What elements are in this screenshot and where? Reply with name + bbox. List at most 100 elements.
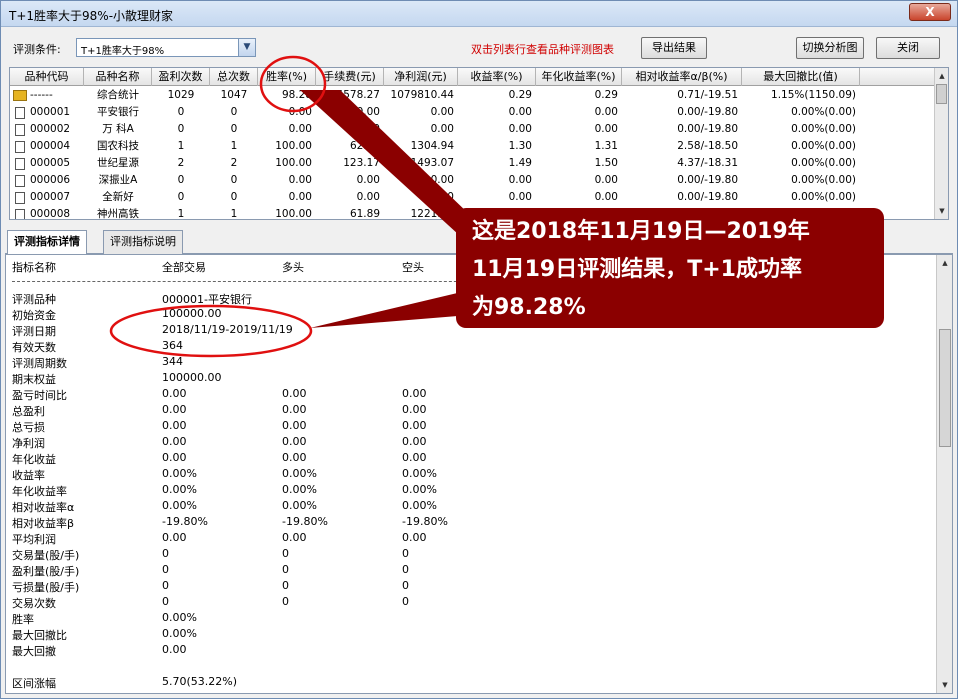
table-cell: 0.00 — [430, 106, 454, 118]
chevron-down-icon[interactable]: ▼ — [238, 39, 255, 56]
column-header[interactable]: 收益率(%) — [458, 68, 536, 86]
table-row[interactable]: ------ 综合统计 1029 1047 98.28 64578.27 1079810.4… — [10, 87, 936, 104]
table-row[interactable]: 000005 世纪星源 2 2 100.00 123.17 1493.07 1.49 1.50 4… — [10, 155, 936, 172]
table-cell: 0.00/-19.80 — [677, 174, 738, 186]
metric-name: 有效天数 — [12, 341, 56, 354]
switch-chart-button[interactable]: 切换分析图 — [796, 37, 864, 59]
callout-line: 11月19日评测结果，T+1成功率 — [472, 257, 802, 282]
metric-value: 0.00 — [402, 451, 427, 464]
document-icon — [15, 209, 25, 219]
detail-scrollbar[interactable]: ▲ ▼ — [936, 255, 952, 693]
table-row[interactable]: 000006 深振业A 0 0 0.00 0.00 0.00 0.00 0.00 0.00/-19… — [10, 172, 936, 189]
scroll-up-icon[interactable]: ▲ — [936, 70, 948, 82]
scroll-up-icon[interactable]: ▲ — [939, 257, 951, 269]
table-row[interactable]: 000001 平安银行 0 0 0.00 0.00 0.00 0.00 0.00 0.00/-19… — [10, 104, 936, 121]
metric-value: 0.00% — [402, 467, 437, 480]
scroll-down-icon[interactable]: ▼ — [939, 679, 951, 691]
column-header[interactable]: 盈利次数 — [152, 68, 210, 86]
close-icon[interactable]: X — [909, 3, 951, 21]
table-cell: 0.00 — [508, 174, 532, 186]
document-icon — [15, 175, 25, 187]
metric-name: 评测日期 — [12, 325, 56, 338]
metric-name: 盈利量(股/手) — [12, 565, 80, 578]
metric-value: 0.00 — [162, 451, 187, 464]
tab-explain[interactable]: 评测指标说明 — [103, 230, 183, 254]
detail-row: 交易次数 0 0 0 — [6, 595, 926, 611]
metric-name: 交易量(股/手) — [12, 549, 80, 562]
scroll-thumb[interactable] — [939, 329, 951, 447]
close-button[interactable]: 关闭 — [876, 37, 940, 59]
table-cell: 0.29 — [594, 89, 618, 101]
scroll-thumb[interactable] — [936, 84, 947, 104]
metric-name: 评测品种 — [12, 293, 56, 306]
column-header[interactable]: 相对收益率α/β(%) — [622, 68, 742, 86]
table-cell: 1304.94 — [410, 140, 454, 152]
table-row[interactable]: 000002 万 科A 0 0 0.00 0.00 0.00 0.00 0.00 0.00/-19… — [10, 121, 936, 138]
metric-name: 相对收益率α — [12, 501, 75, 514]
metric-value: 0.00% — [282, 499, 317, 512]
metric-value: 0.00% — [282, 483, 317, 496]
table-cell: 0 — [177, 191, 185, 203]
table-cell: 0.00 — [430, 191, 454, 203]
metric-value: 0.00 — [282, 451, 307, 464]
metric-name: 平均利润 — [12, 533, 56, 546]
callout-line: 这是2018年11月19日—2019年 — [472, 219, 810, 244]
grid-scrollbar[interactable]: ▲ ▼ — [934, 68, 948, 219]
table-cell: 1493.07 — [410, 157, 454, 169]
table-cell: 0.00%(0.00) — [791, 157, 856, 169]
title-bar[interactable]: T+1胜率大于98%-小散理财家 X — [1, 1, 957, 27]
detail-row: 有效天数 364 — [6, 339, 926, 355]
condition-select[interactable]: T+1胜率大于98% ▼ — [76, 38, 256, 57]
column-header[interactable]: 最大回撤比(值) — [742, 68, 860, 86]
export-button[interactable]: 导出结果 — [641, 37, 707, 59]
table-row[interactable]: 000004 国农科技 1 1 100.00 62.00 1304.94 1.30 1.31 2.… — [10, 138, 936, 155]
column-header[interactable]: 品种代码 — [10, 68, 84, 86]
tab-detail[interactable]: 评测指标详情 — [7, 230, 87, 255]
table-cell: 0.00 — [288, 191, 312, 203]
table-cell: 64578.27 — [329, 89, 380, 101]
toolbar: 评测条件: T+1胜率大于98% ▼ 双击列表行查看品种评测图表 导出结果 切换… — [1, 31, 957, 63]
result-grid[interactable]: 品种代码 品种名称 盈利次数 总次数 胜率(%) 手续费(元) 净利润(元) 收益率(%) 年化… — [9, 67, 949, 220]
detail-row: 平均利润 0.00 0.00 0.00 — [6, 531, 926, 547]
table-cell: 1.49 — [508, 157, 532, 169]
metric-value: 0.00 — [402, 435, 427, 448]
column-header[interactable]: 年化收益率(%) — [536, 68, 622, 86]
column-header[interactable]: 净利润(元) — [384, 68, 458, 86]
metric-value: 0.00 — [282, 419, 307, 432]
metric-name: 亏损量(股/手) — [12, 581, 80, 594]
detail-row: 净利润 0.00 0.00 0.00 — [6, 435, 926, 451]
table-row[interactable]: 000007 全新好 0 0 0.00 0.00 0.00 0.00 0.00 0.00/-19.… — [10, 189, 936, 206]
metric-value: 0.00% — [282, 467, 317, 480]
column-header[interactable]: 手续费(元) — [316, 68, 384, 86]
metric-value: 0 — [162, 579, 169, 592]
table-cell: 000001 — [30, 106, 71, 118]
table-cell: 1.30 — [508, 140, 532, 152]
metric-name: 净利润 — [12, 437, 45, 450]
table-cell: 1047 — [220, 89, 248, 101]
table-cell: 0.00%(0.00) — [791, 191, 856, 203]
table-cell: 0.00 — [508, 106, 532, 118]
column-header[interactable]: 胜率(%) — [258, 68, 316, 86]
metric-value: 364 — [162, 339, 183, 352]
detail-row — [6, 659, 926, 675]
column-header[interactable]: 品种名称 — [84, 68, 152, 86]
table-cell: 全新好 — [102, 191, 134, 203]
table-cell: 1029 — [167, 89, 195, 101]
table-cell: 61.89 — [349, 208, 380, 220]
table-cell: 0.00 — [594, 123, 618, 135]
condition-label: 评测条件: — [13, 43, 61, 56]
scroll-down-icon[interactable]: ▼ — [936, 205, 948, 217]
metric-value: 0.00 — [282, 531, 307, 544]
metric-value: 0.00 — [402, 387, 427, 400]
table-cell: 深振业A — [98, 174, 138, 186]
table-cell: 0.00 — [356, 174, 380, 186]
metric-value: 0.00% — [402, 483, 437, 496]
metric-value: 5.70(53.22%) — [162, 675, 238, 688]
table-cell: 0 — [177, 123, 185, 135]
metric-name: 收益率 — [12, 469, 45, 482]
table-cell: 000004 — [30, 140, 71, 152]
metric-value: 0.00 — [162, 419, 187, 432]
column-header[interactable]: 总次数 — [210, 68, 258, 86]
detail-row: 交易量(股/手) 0 0 0 — [6, 547, 926, 563]
metric-value: 0 — [282, 563, 289, 576]
